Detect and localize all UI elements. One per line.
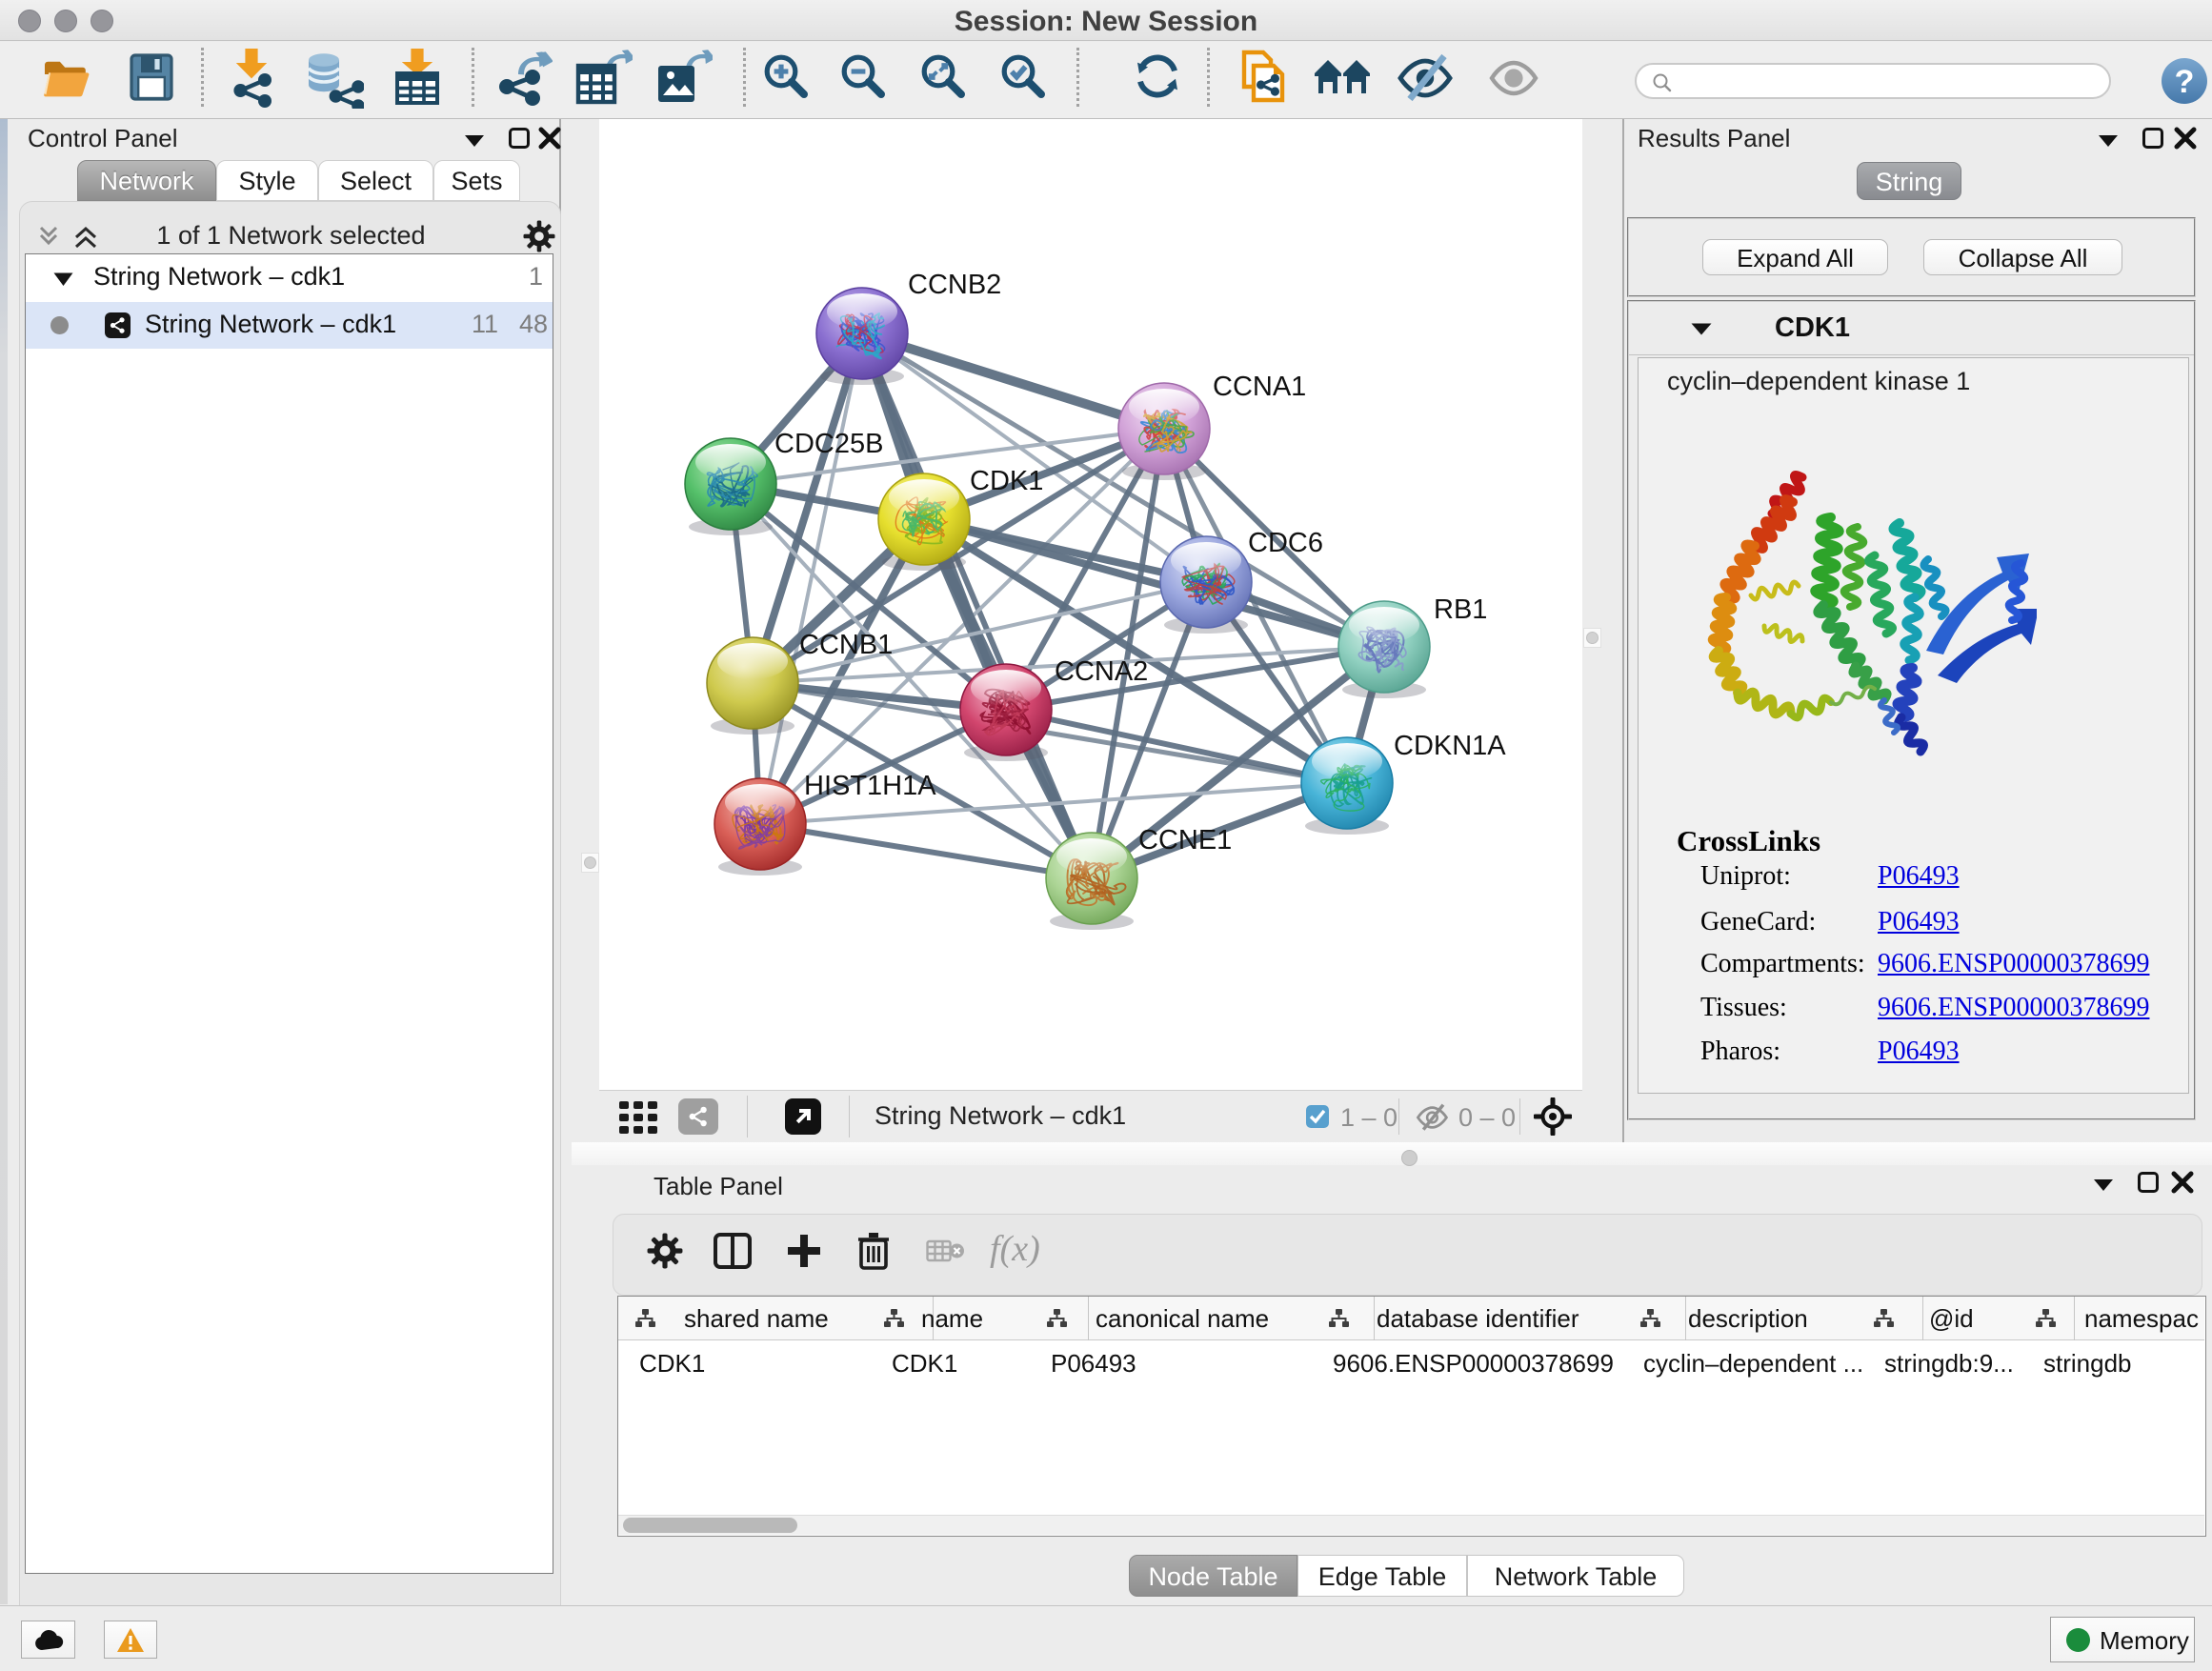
svg-text:CDKN1A: CDKN1A — [1394, 731, 1506, 761]
svg-text:RB1: RB1 — [1434, 594, 1487, 625]
svg-text:CCNA1: CCNA1 — [1213, 372, 1306, 402]
svg-text:CDC6: CDC6 — [1248, 528, 1323, 558]
svg-text:CCNE1: CCNE1 — [1138, 825, 1232, 856]
svg-text:CDK1: CDK1 — [970, 466, 1043, 496]
svg-text:CCNA2: CCNA2 — [1055, 656, 1148, 687]
svg-text:HIST1H1A: HIST1H1A — [804, 771, 936, 801]
svg-text:?: ? — [2175, 64, 2195, 100]
svg-text:CDC25B: CDC25B — [774, 429, 883, 459]
svg-text:CCNB2: CCNB2 — [908, 270, 1001, 300]
svg-text:CCNB1: CCNB1 — [799, 630, 893, 660]
